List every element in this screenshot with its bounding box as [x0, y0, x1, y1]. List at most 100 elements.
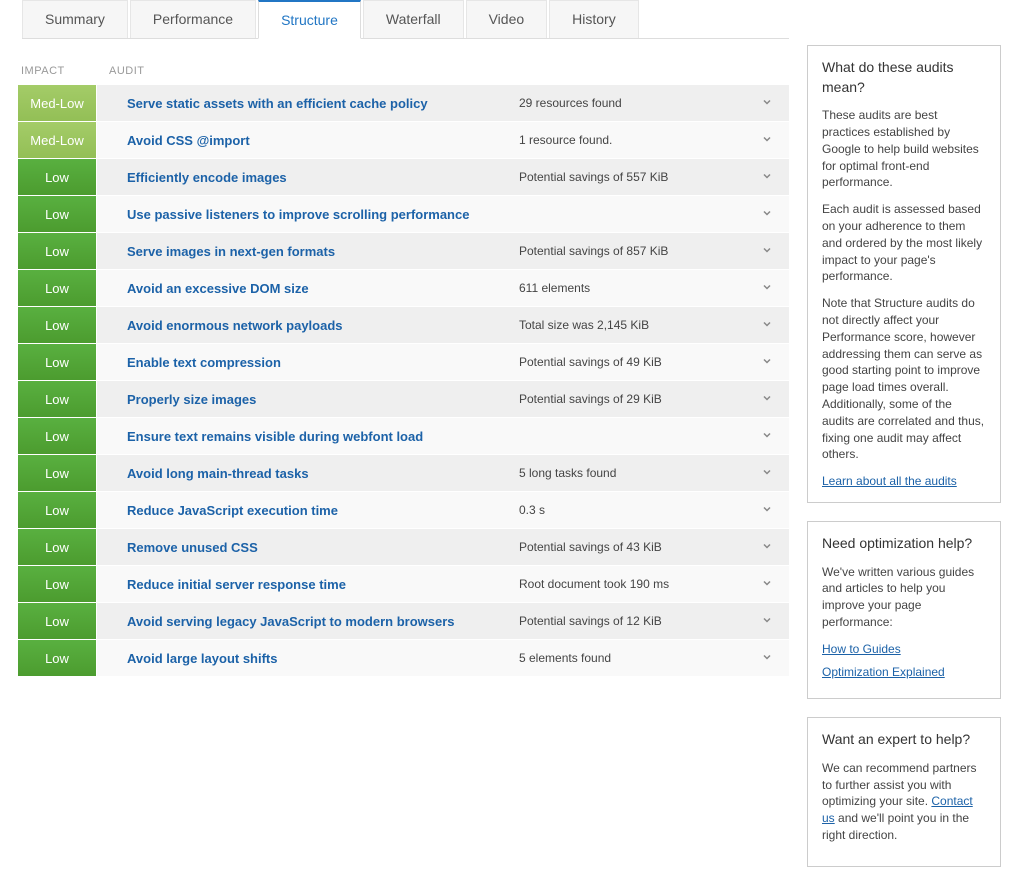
tab-structure[interactable]: Structure	[258, 0, 361, 39]
chevron-down-icon[interactable]	[759, 207, 781, 222]
impact-badge: Med-Low	[18, 122, 96, 158]
audit-title-link[interactable]: Remove unused CSS	[127, 540, 519, 555]
tabs: SummaryPerformanceStructureWaterfallVide…	[22, 0, 789, 39]
audit-row: Low Avoid large layout shifts5 elements f…	[18, 640, 789, 676]
audit-detail: 611 elements	[519, 281, 759, 295]
impact-badge: Low	[18, 344, 96, 380]
audit-title-link[interactable]: Avoid an excessive DOM size	[127, 281, 519, 296]
audit-title-link[interactable]: Properly size images	[127, 392, 519, 407]
audit-row: Low Avoid an excessive DOM size611 elemen…	[18, 270, 789, 306]
audit-title-link[interactable]: Avoid serving legacy JavaScript to moder…	[127, 614, 519, 629]
box-text: We've written various guides and article…	[822, 564, 986, 631]
audit-detail: Potential savings of 557 KiB	[519, 170, 759, 184]
box-title: Want an expert to help?	[822, 730, 986, 750]
impact-badge: Low	[18, 455, 96, 491]
tab-waterfall[interactable]: Waterfall	[363, 0, 464, 38]
header-audit: AUDIT	[99, 65, 789, 77]
audit-title-link[interactable]: Reduce JavaScript execution time	[127, 503, 519, 518]
header-impact: IMPACT	[21, 65, 99, 77]
audit-row: Low Ensure text remains visible during we…	[18, 418, 789, 454]
impact-badge: Low	[18, 566, 96, 602]
audit-title-link[interactable]: Avoid enormous network payloads	[127, 318, 519, 333]
how-to-guides-link[interactable]: How to Guides	[822, 641, 986, 658]
audit-row: Med-Low Avoid CSS @import1 resource found…	[18, 122, 789, 158]
audit-row: Low Use passive listeners to improve scro…	[18, 196, 789, 232]
tab-summary[interactable]: Summary	[22, 0, 128, 38]
chevron-down-icon[interactable]	[759, 133, 781, 148]
audit-title-link[interactable]: Ensure text remains visible during webfo…	[127, 429, 519, 444]
audit-detail: Total size was 2,145 KiB	[519, 318, 759, 332]
audit-detail: Potential savings of 43 KiB	[519, 540, 759, 554]
chevron-down-icon[interactable]	[759, 244, 781, 259]
audit-list: Med-Low Serve static assets with an effic…	[18, 85, 789, 676]
impact-badge: Low	[18, 307, 96, 343]
audit-row: Low Reduce initial server response timeRo…	[18, 566, 789, 602]
audit-detail: Potential savings of 12 KiB	[519, 614, 759, 628]
audit-detail: Potential savings of 49 KiB	[519, 355, 759, 369]
chevron-down-icon[interactable]	[759, 318, 781, 333]
impact-badge: Low	[18, 603, 96, 639]
audit-title-link[interactable]: Serve images in next-gen formats	[127, 244, 519, 259]
audit-row: Low Efficiently encode imagesPotential sa…	[18, 159, 789, 195]
audit-row: Low Avoid long main-thread tasks5 long ta…	[18, 455, 789, 491]
audit-title-link[interactable]: Enable text compression	[127, 355, 519, 370]
impact-badge: Low	[18, 233, 96, 269]
audit-title-link[interactable]: Reduce initial server response time	[127, 577, 519, 592]
chevron-down-icon[interactable]	[759, 355, 781, 370]
box-text: We can recommend partners to further ass…	[822, 760, 986, 844]
audit-row: Low Serve images in next-gen formatsPoten…	[18, 233, 789, 269]
audit-detail: 1 resource found.	[519, 133, 759, 147]
audit-title-link[interactable]: Use passive listeners to improve scrolli…	[127, 207, 519, 222]
tab-history[interactable]: History	[549, 0, 639, 38]
impact-badge: Low	[18, 196, 96, 232]
box-text: These audits are best practices establis…	[822, 107, 986, 191]
chevron-down-icon[interactable]	[759, 614, 781, 629]
audit-title-link[interactable]: Avoid long main-thread tasks	[127, 466, 519, 481]
impact-badge: Low	[18, 159, 96, 195]
sidebar-box-audits-meaning: What do these audits mean? These audits …	[807, 45, 1001, 503]
impact-badge: Low	[18, 640, 96, 676]
optimization-explained-link[interactable]: Optimization Explained	[822, 664, 986, 681]
box-title: What do these audits mean?	[822, 58, 986, 97]
audit-row: Med-Low Serve static assets with an effic…	[18, 85, 789, 121]
chevron-down-icon[interactable]	[759, 429, 781, 444]
box-title: Need optimization help?	[822, 534, 986, 554]
audit-row: Low Remove unused CSSPotential savings of…	[18, 529, 789, 565]
audit-row: Low Avoid serving legacy JavaScript to mo…	[18, 603, 789, 639]
sidebar-box-expert-help: Want an expert to help? We can recommend…	[807, 717, 1001, 867]
tab-performance[interactable]: Performance	[130, 0, 256, 38]
chevron-down-icon[interactable]	[759, 577, 781, 592]
audit-detail: 5 long tasks found	[519, 466, 759, 480]
tab-video[interactable]: Video	[466, 0, 548, 38]
impact-badge: Med-Low	[18, 85, 96, 121]
chevron-down-icon[interactable]	[759, 281, 781, 296]
audit-detail: 5 elements found	[519, 651, 759, 665]
impact-badge: Low	[18, 418, 96, 454]
learn-audits-link[interactable]: Learn about all the audits	[822, 474, 957, 488]
audit-detail: Potential savings of 857 KiB	[519, 244, 759, 258]
impact-badge: Low	[18, 529, 96, 565]
audit-title-link[interactable]: Efficiently encode images	[127, 170, 519, 185]
audit-detail: 29 resources found	[519, 96, 759, 110]
audit-title-link[interactable]: Avoid CSS @import	[127, 133, 519, 148]
impact-badge: Low	[18, 270, 96, 306]
audit-row: Low Avoid enormous network payloadsTotal …	[18, 307, 789, 343]
chevron-down-icon[interactable]	[759, 503, 781, 518]
chevron-down-icon[interactable]	[759, 96, 781, 111]
impact-badge: Low	[18, 492, 96, 528]
chevron-down-icon[interactable]	[759, 170, 781, 185]
audit-detail: Potential savings of 29 KiB	[519, 392, 759, 406]
chevron-down-icon[interactable]	[759, 540, 781, 555]
box-text: Each audit is assessed based on your adh…	[822, 201, 986, 285]
chevron-down-icon[interactable]	[759, 651, 781, 666]
box-text: Note that Structure audits do not direct…	[822, 295, 986, 463]
audit-detail: Root document took 190 ms	[519, 577, 759, 591]
table-header: IMPACT AUDIT	[18, 59, 789, 85]
sidebar-box-optimization-help: Need optimization help? We've written va…	[807, 521, 1001, 699]
chevron-down-icon[interactable]	[759, 392, 781, 407]
audit-row: LowReduce JavaScript execution time0.3 s	[18, 492, 789, 528]
audit-title-link[interactable]: Avoid large layout shifts	[127, 651, 519, 666]
impact-badge: Low	[18, 381, 96, 417]
audit-title-link[interactable]: Serve static assets with an efficient ca…	[127, 96, 519, 111]
chevron-down-icon[interactable]	[759, 466, 781, 481]
